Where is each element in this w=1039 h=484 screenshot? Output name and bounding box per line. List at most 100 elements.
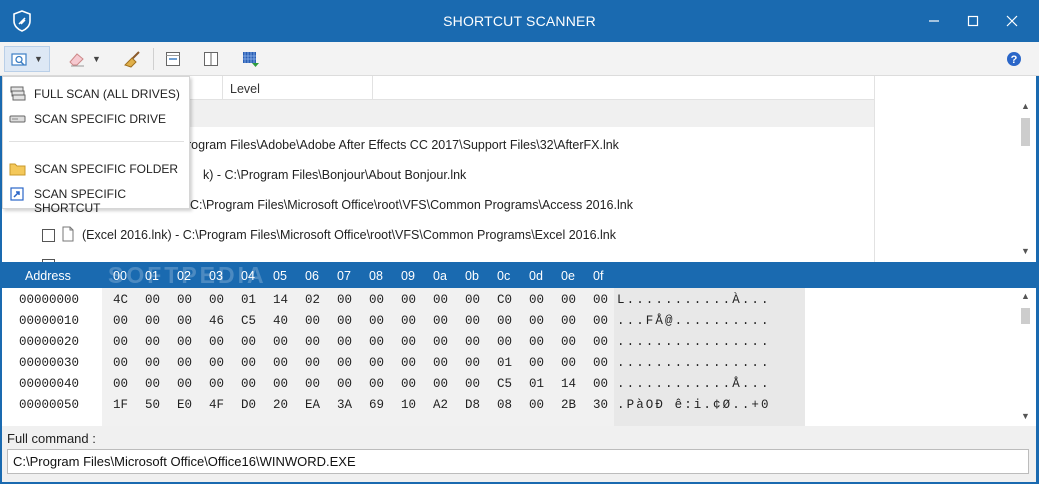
hex-byte[interactable]: 00: [529, 293, 553, 307]
hex-byte[interactable]: 00: [465, 335, 489, 349]
hex-byte[interactable]: 00: [529, 398, 553, 412]
hex-byte[interactable]: 00: [145, 293, 169, 307]
hex-byte[interactable]: 4C: [113, 293, 137, 307]
hex-byte[interactable]: 4F: [209, 398, 233, 412]
hex-byte[interactable]: 00: [145, 314, 169, 328]
hex-byte[interactable]: 00: [433, 335, 457, 349]
hex-byte[interactable]: C5: [497, 377, 521, 391]
clean-button[interactable]: [120, 46, 146, 72]
column-level[interactable]: Level: [230, 82, 260, 96]
hex-byte[interactable]: 00: [177, 335, 201, 349]
hex-byte[interactable]: 00: [273, 356, 297, 370]
hex-byte[interactable]: 00: [465, 314, 489, 328]
hex-byte[interactable]: 00: [113, 356, 137, 370]
hex-byte[interactable]: 00: [145, 356, 169, 370]
hex-byte[interactable]: 00: [593, 335, 617, 349]
hex-row[interactable]: 00000000 4C 00 00 00 01 14 02 00 00 00 00 00 C0 00 00 00…: [2, 289, 812, 310]
hex-ascii[interactable]: .PàOÐ ê:i.¢Ø..+0: [617, 398, 771, 412]
row-checkbox[interactable]: [42, 259, 55, 262]
hex-byte[interactable]: 00: [593, 293, 617, 307]
hex-byte[interactable]: 00: [465, 356, 489, 370]
hex-byte[interactable]: 00: [529, 356, 553, 370]
hex-byte[interactable]: 00: [209, 356, 233, 370]
hex-byte[interactable]: 00: [241, 356, 265, 370]
hex-byte[interactable]: 00: [369, 335, 393, 349]
hex-byte[interactable]: 20: [273, 398, 297, 412]
hex-byte[interactable]: 00: [465, 293, 489, 307]
hex-row[interactable]: 00000030 00 00 00 00 00 00 00 00 00 00 00 00 01 00 00 00…: [2, 352, 812, 373]
hex-byte[interactable]: 00: [529, 335, 553, 349]
hex-byte[interactable]: A2: [433, 398, 457, 412]
hex-byte[interactable]: 00: [369, 377, 393, 391]
scroll-up-icon[interactable]: ▲: [1017, 288, 1034, 305]
hex-byte[interactable]: 00: [593, 377, 617, 391]
hex-byte[interactable]: 00: [561, 356, 585, 370]
full-command-field[interactable]: C:\Program Files\Microsoft Office\Office…: [7, 449, 1029, 474]
hex-byte[interactable]: E0: [177, 398, 201, 412]
hex-byte[interactable]: 00: [209, 377, 233, 391]
scroll-up-icon[interactable]: ▲: [1017, 98, 1034, 115]
hex-byte[interactable]: 00: [305, 356, 329, 370]
close-button[interactable]: [999, 8, 1025, 34]
hex-byte[interactable]: 00: [433, 293, 457, 307]
hex-ascii[interactable]: L...........À...: [617, 293, 771, 307]
hex-byte[interactable]: 00: [401, 335, 425, 349]
hex-byte[interactable]: 00: [337, 335, 361, 349]
hex-byte[interactable]: 69: [369, 398, 393, 412]
hex-byte[interactable]: 00: [305, 335, 329, 349]
hex-byte[interactable]: 00: [401, 377, 425, 391]
hex-row[interactable]: 00000040 00 00 00 00 00 00 00 00 00 00 00 00 C5 01 14 00…: [2, 373, 812, 394]
hex-row[interactable]: 00000010 00 00 00 46 C5 40 00 00 00 00 00 00 00 00 00 00…: [2, 310, 812, 331]
results-row[interactable]: [2, 250, 874, 262]
hex-view[interactable]: 00000000 4C 00 00 00 01 14 02 00 00 00 00 00 C0 00 00 00…: [2, 288, 1036, 426]
export-grid-button[interactable]: [238, 46, 264, 72]
hex-byte[interactable]: 00: [177, 314, 201, 328]
hex-byte[interactable]: 00: [337, 293, 361, 307]
scroll-down-icon[interactable]: ▼: [1017, 243, 1034, 260]
hex-byte[interactable]: 00: [401, 314, 425, 328]
panel-button[interactable]: [198, 46, 224, 72]
hex-row[interactable]: 00000020 00 00 00 00 00 00 00 00 00 00 00 00 00 00 00 00…: [2, 331, 812, 352]
hex-byte[interactable]: 00: [113, 314, 137, 328]
scan-button[interactable]: ▼: [4, 46, 50, 72]
hex-byte[interactable]: 00: [561, 314, 585, 328]
hex-ascii[interactable]: ................: [617, 335, 771, 349]
hex-byte[interactable]: EA: [305, 398, 329, 412]
minimize-button[interactable]: [921, 8, 947, 34]
hex-byte[interactable]: 50: [145, 398, 169, 412]
hex-byte[interactable]: 14: [273, 293, 297, 307]
hex-byte[interactable]: 00: [241, 335, 265, 349]
help-button[interactable]: ?: [1003, 46, 1025, 72]
hex-byte[interactable]: 02: [305, 293, 329, 307]
hex-byte[interactable]: 00: [401, 293, 425, 307]
hex-byte[interactable]: 00: [561, 293, 585, 307]
hex-byte[interactable]: 00: [113, 377, 137, 391]
hex-byte[interactable]: 00: [369, 314, 393, 328]
hex-row[interactable]: 00000050 1F 50 E0 4F D0 20 EA 3A 69 10 A2 D8 08 00 2B 30…: [2, 394, 812, 415]
hex-byte[interactable]: C5: [241, 314, 265, 328]
hex-byte[interactable]: 40: [273, 314, 297, 328]
menu-item-scan-shortcut[interactable]: SCAN SPECIFIC SHORTCUT: [3, 182, 189, 215]
hex-byte[interactable]: 00: [177, 356, 201, 370]
hex-byte[interactable]: 00: [465, 377, 489, 391]
hex-byte[interactable]: 3A: [337, 398, 361, 412]
hex-byte[interactable]: 00: [337, 377, 361, 391]
hex-byte[interactable]: 00: [433, 377, 457, 391]
hex-ascii[interactable]: ...FÅ@..........: [617, 314, 771, 328]
hex-byte[interactable]: 46: [209, 314, 233, 328]
hex-ascii[interactable]: ............Å...: [617, 377, 771, 391]
hex-byte[interactable]: 01: [241, 293, 265, 307]
hex-byte[interactable]: 00: [497, 314, 521, 328]
scroll-down-icon[interactable]: ▼: [1017, 408, 1034, 425]
maximize-button[interactable]: [960, 8, 986, 34]
hex-byte[interactable]: 00: [529, 314, 553, 328]
menu-item-scan-drive[interactable]: SCAN SPECIFIC DRIVE: [3, 107, 189, 131]
hex-byte[interactable]: 00: [401, 356, 425, 370]
hex-byte[interactable]: 00: [337, 356, 361, 370]
hex-byte[interactable]: D0: [241, 398, 265, 412]
results-row[interactable]: (Excel 2016.lnk) - C:\Program Files\Micr…: [2, 220, 874, 250]
eraser-button[interactable]: ▼: [60, 46, 108, 72]
results-scrollbar[interactable]: ▲ ▼: [1017, 98, 1034, 262]
hex-byte[interactable]: 00: [561, 335, 585, 349]
hex-byte[interactable]: 01: [529, 377, 553, 391]
